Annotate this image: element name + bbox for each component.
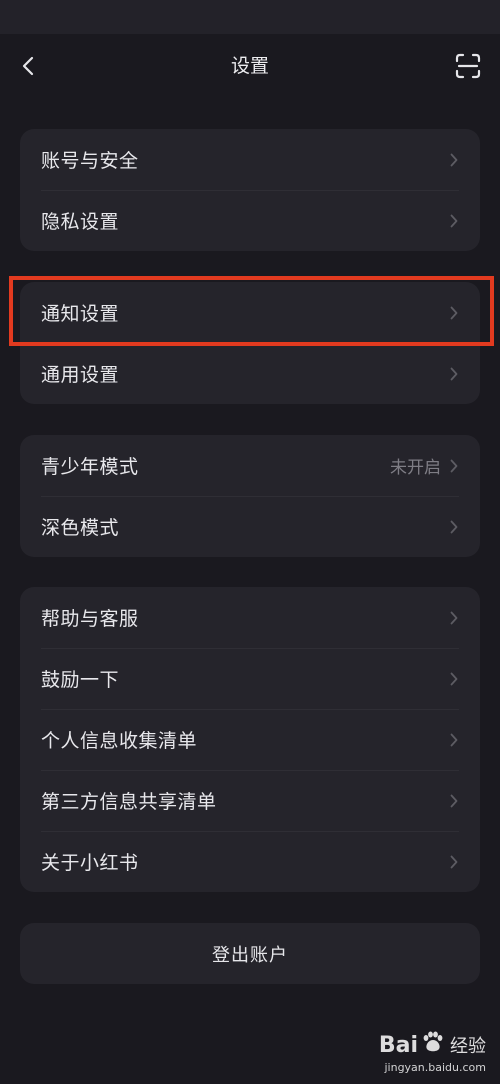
page-title: 设置 xyxy=(230,55,269,77)
chevron-right-icon xyxy=(449,732,459,748)
status-bar xyxy=(0,0,500,34)
settings-item-label: 深色模式 xyxy=(41,517,120,539)
settings-group-mode: 青少年模式 未开启 深色模式 xyxy=(20,435,480,557)
chevron-right-icon xyxy=(449,854,459,870)
settings-item-label: 帮助与客服 xyxy=(41,608,139,630)
chevron-right-icon xyxy=(449,366,459,382)
settings-item-personal-info-list[interactable]: 个人信息收集清单 xyxy=(20,709,480,770)
watermark: Bai 经验 jingyan.baidu.com xyxy=(379,1030,486,1076)
nav-bar: 设置 xyxy=(0,34,500,98)
settings-item-encourage[interactable]: 鼓励一下 xyxy=(20,648,480,709)
chevron-right-icon xyxy=(449,152,459,168)
settings-item-label: 鼓励一下 xyxy=(41,669,120,691)
watermark-brand-left: Bai xyxy=(378,1032,418,1058)
settings-item-about[interactable]: 关于小红书 xyxy=(20,831,480,892)
scan-icon xyxy=(455,53,481,79)
teen-mode-status: 未开启 xyxy=(390,458,441,478)
watermark-url: jingyan.baidu.com xyxy=(384,1061,486,1074)
settings-item-dark-mode[interactable]: 深色模式 xyxy=(20,496,480,557)
settings-item-label: 青少年模式 xyxy=(41,456,139,478)
chevron-right-icon xyxy=(449,519,459,535)
settings-group-account: 账号与安全 隐私设置 xyxy=(20,129,480,251)
back-button[interactable] xyxy=(12,48,44,84)
chevron-right-icon xyxy=(449,213,459,229)
settings-item-label: 账号与安全 xyxy=(41,150,139,172)
settings-item-teen-mode[interactable]: 青少年模式 未开启 xyxy=(20,435,480,496)
settings-group-help: 帮助与客服 鼓励一下 个人信息收集清单 第三方信息共享清单 关于小红书 xyxy=(20,587,480,892)
settings-item-notification[interactable]: 通知设置 xyxy=(20,282,480,343)
chevron-left-icon xyxy=(22,56,34,76)
chevron-right-icon xyxy=(449,458,459,474)
settings-item-label: 关于小红书 xyxy=(41,852,139,874)
settings-item-label: 第三方信息共享清单 xyxy=(41,791,217,813)
logout-button[interactable]: 登出账户 xyxy=(20,923,480,984)
chevron-right-icon xyxy=(449,793,459,809)
settings-item-general[interactable]: 通用设置 xyxy=(20,343,480,404)
chevron-right-icon xyxy=(449,305,459,321)
chevron-right-icon xyxy=(449,671,459,687)
chevron-right-icon xyxy=(449,610,459,626)
settings-item-third-party-list[interactable]: 第三方信息共享清单 xyxy=(20,770,480,831)
settings-item-help[interactable]: 帮助与客服 xyxy=(20,587,480,648)
settings-group-notification: 通知设置 通用设置 xyxy=(20,282,480,404)
watermark-brand-right: 经验 xyxy=(450,1036,486,1057)
settings-item-label: 通知设置 xyxy=(41,303,120,325)
settings-item-label: 通用设置 xyxy=(41,364,120,386)
settings-item-label: 隐私设置 xyxy=(41,211,120,233)
scan-button[interactable] xyxy=(454,52,482,80)
settings-item-account-security[interactable]: 账号与安全 xyxy=(20,129,480,190)
watermark-logo: Bai 经验 xyxy=(379,1030,486,1060)
paw-icon xyxy=(420,1030,444,1060)
settings-item-privacy[interactable]: 隐私设置 xyxy=(20,190,480,251)
settings-item-label: 个人信息收集清单 xyxy=(41,730,198,752)
